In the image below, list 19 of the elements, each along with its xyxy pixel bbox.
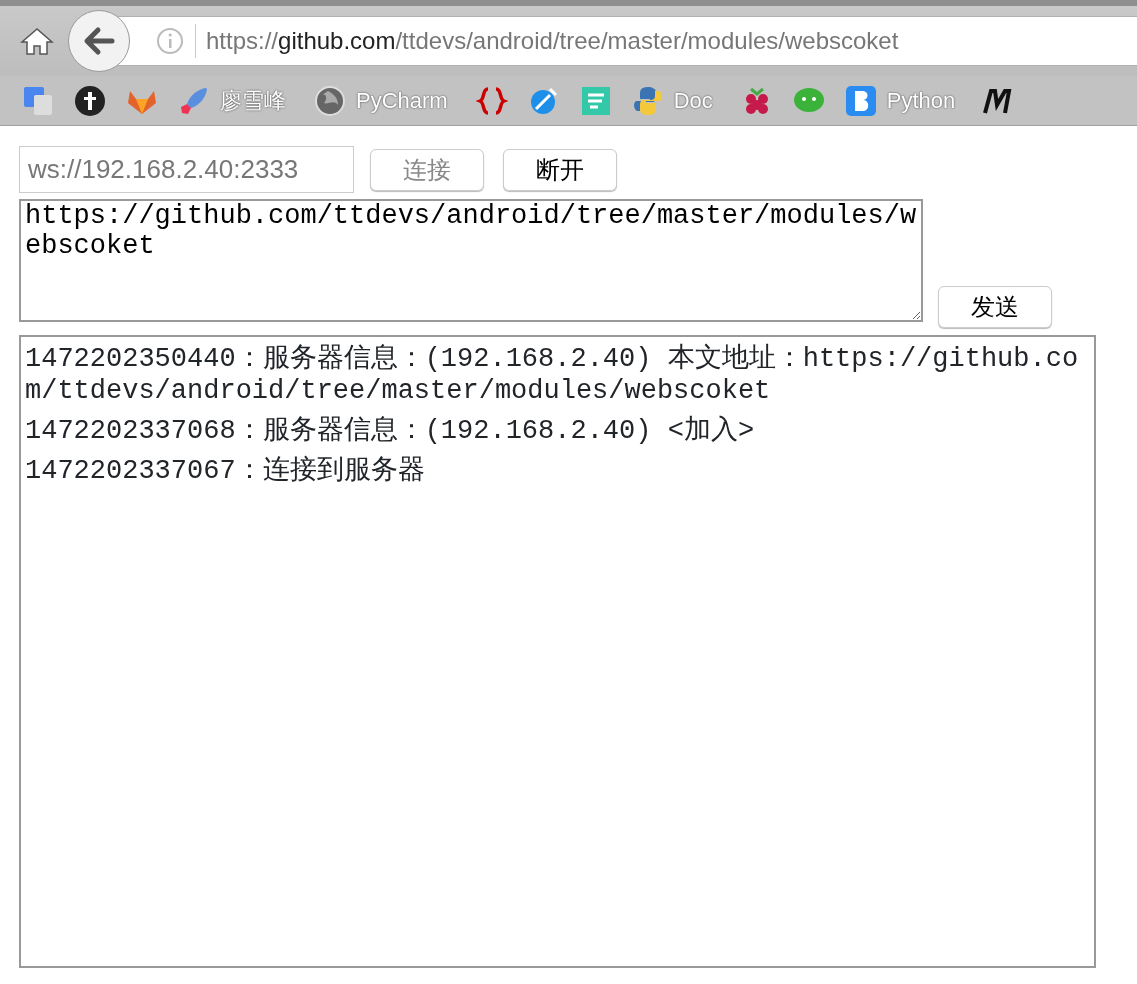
bookmark-label: Python xyxy=(886,87,956,115)
back-arrow-icon xyxy=(82,26,116,56)
log-entry: 1472202337068：服务器信息：(192.168.2.40) <加入> xyxy=(25,415,756,447)
home-icon[interactable] xyxy=(20,26,54,56)
info-icon xyxy=(155,26,185,56)
disconnect-button[interactable]: 断开 xyxy=(503,148,617,191)
globe-icon xyxy=(314,84,346,117)
translate-icon xyxy=(22,84,54,117)
snake-icon xyxy=(631,84,664,117)
log-entry: 1472202350440：服务器信息：(192.168.2.40) 本文地址：https://github.com/ttdevs/android/tree/master/modules/webscoket xyxy=(25,343,1080,407)
bookmark-label: PyCharm xyxy=(356,87,448,115)
bookmark-label: Doc xyxy=(673,87,713,115)
log-entry: 1472202337067：连接到服务器 xyxy=(25,455,426,487)
url-text: https://github.com/ttdevs/android/tree/master/modules/webscoket xyxy=(206,26,899,56)
send-button[interactable]: 发送 xyxy=(938,286,1052,328)
message-field[interactable]: https://github.com/ttdevs/android/tree/master/modules/webscoket xyxy=(19,199,923,322)
bookmark-label: 廖雪峰 xyxy=(220,87,286,115)
letter-b-icon xyxy=(844,84,877,117)
braces-icon xyxy=(475,84,508,117)
